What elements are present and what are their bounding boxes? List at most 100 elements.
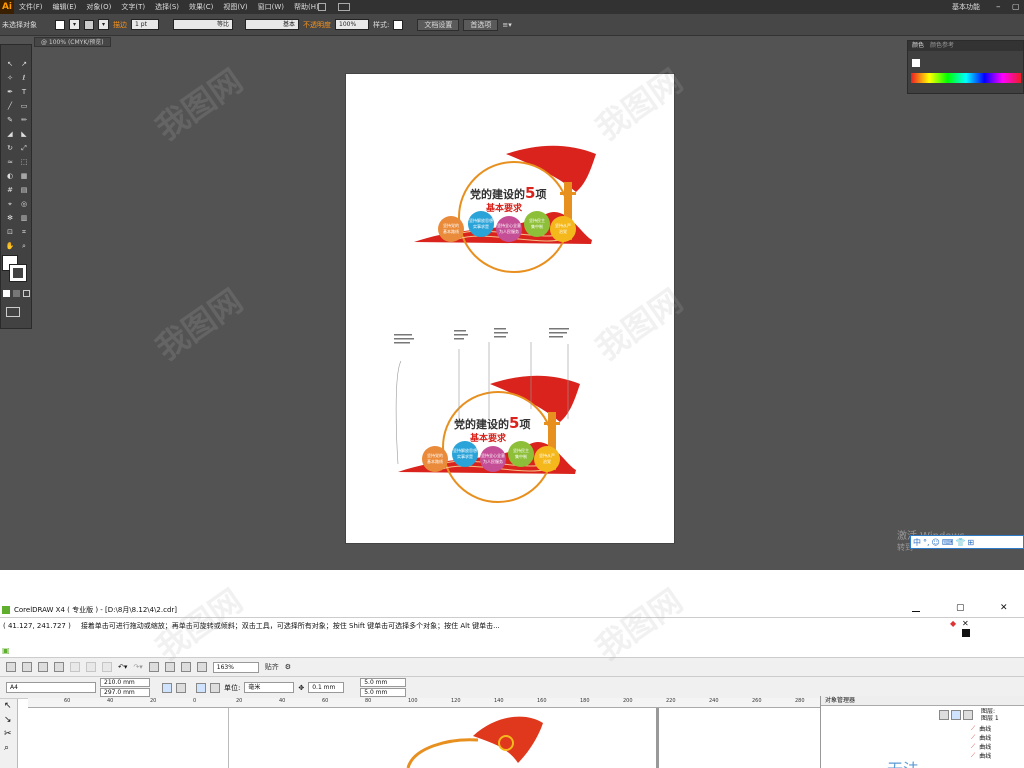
- zoom-tool-icon[interactable]: ⌕: [18, 241, 30, 251]
- redo-icon[interactable]: ↷▾: [133, 663, 142, 671]
- nudge-distance[interactable]: 0.1 mm: [308, 682, 345, 693]
- graph-tool-icon[interactable]: ▥: [18, 213, 30, 223]
- rotate-icon[interactable]: ↻: [4, 143, 16, 153]
- page-height[interactable]: 297.0 mm: [100, 688, 150, 697]
- horizontal-ruler[interactable]: 60 40 20 0 20 40 60 80 100 120 140 160 180 200 220 240 2…: [28, 698, 820, 708]
- eyedropper-icon[interactable]: ⌖: [4, 199, 16, 209]
- opacity-label[interactable]: 不透明度: [303, 20, 331, 30]
- crop-tool-icon[interactable]: ✂: [0, 727, 17, 741]
- import-icon[interactable]: [148, 662, 159, 672]
- edit-across-layers-icon[interactable]: [951, 710, 961, 720]
- cd-close-icon[interactable]: ✕: [1000, 603, 1008, 613]
- object-list-item[interactable]: ⟋ 曲线: [971, 742, 991, 752]
- all-pages-icon[interactable]: [196, 682, 206, 693]
- welcome-icon[interactable]: [196, 662, 207, 672]
- arrange-docs-icon[interactable]: [338, 3, 350, 11]
- app-launcher-icon[interactable]: [180, 662, 191, 672]
- hand-tool-icon[interactable]: ✋: [4, 241, 16, 251]
- fill-indicator[interactable]: [912, 59, 920, 67]
- cut-icon[interactable]: [70, 662, 80, 672]
- pick-tool-icon[interactable]: ↖: [0, 699, 17, 713]
- cd-restore-icon[interactable]: ▢: [956, 603, 965, 613]
- page-size-dropdown[interactable]: A4: [6, 682, 96, 693]
- show-properties-icon[interactable]: [939, 710, 949, 720]
- coreldraw-canvas[interactable]: [28, 708, 820, 768]
- menu-item[interactable]: 窗口(W): [253, 0, 289, 14]
- options-icon[interactable]: ⚙: [285, 663, 291, 671]
- export-icon[interactable]: [164, 662, 175, 672]
- free-transform-icon[interactable]: ⬚: [18, 157, 30, 167]
- blob-brush-icon[interactable]: ◢: [4, 129, 16, 139]
- pencil-icon[interactable]: ✏: [18, 115, 30, 125]
- slice-tool-icon[interactable]: ⌗: [18, 227, 30, 237]
- minimize-icon[interactable]: –: [996, 0, 1001, 14]
- unit-dropdown[interactable]: 毫米: [244, 682, 295, 693]
- bridge-icon[interactable]: [318, 3, 326, 11]
- menu-item[interactable]: 对象(O): [81, 0, 116, 14]
- brush-definition[interactable]: 基本: [245, 19, 300, 30]
- zoom-level[interactable]: 163%: [212, 661, 259, 673]
- shape-builder-icon[interactable]: ◐: [4, 171, 16, 181]
- ime-toolbar[interactable]: 中 °, ☺ ⌨ 👕 ⊞: [910, 535, 1024, 549]
- ime-item[interactable]: ⌨: [942, 538, 954, 547]
- stroke-color-box[interactable]: [9, 264, 27, 282]
- color-spectrum[interactable]: [911, 73, 1021, 83]
- portrait-icon[interactable]: [162, 682, 172, 693]
- opacity-value[interactable]: 100%: [335, 19, 370, 30]
- menu-item[interactable]: 文件(F): [14, 0, 48, 14]
- ime-item[interactable]: ☺: [932, 538, 940, 547]
- panel-options-icon[interactable]: ≡▾: [502, 21, 511, 29]
- rectangle-tool-icon[interactable]: ▭: [18, 101, 30, 111]
- layer-manager-view-icon[interactable]: [963, 710, 973, 720]
- line-tool-icon[interactable]: ╱: [4, 101, 16, 111]
- current-page-icon[interactable]: [210, 682, 220, 693]
- shape-tool-icon[interactable]: ↘: [0, 713, 17, 727]
- warp-icon[interactable]: ≈: [4, 157, 16, 167]
- type-tool-icon[interactable]: T: [18, 87, 30, 97]
- open-icon[interactable]: [22, 662, 32, 672]
- pen-tool-icon[interactable]: ✒: [4, 87, 16, 97]
- new-icon[interactable]: [6, 662, 16, 672]
- cd-minimize-icon[interactable]: [912, 611, 920, 612]
- save-icon[interactable]: [38, 662, 48, 672]
- mesh-icon[interactable]: #: [4, 185, 16, 195]
- perspective-grid-icon[interactable]: ▦: [18, 171, 30, 181]
- ime-item[interactable]: ⊞: [967, 538, 974, 547]
- stroke-profile[interactable]: 等比: [173, 19, 234, 30]
- print-icon[interactable]: [54, 662, 64, 672]
- stroke-swatch[interactable]: [84, 19, 95, 30]
- paintbrush-icon[interactable]: ✎: [4, 115, 16, 125]
- direct-selection-tool-icon[interactable]: ↗: [18, 59, 30, 69]
- workspace-switcher[interactable]: 基本功能: [952, 0, 980, 14]
- menu-item[interactable]: 编辑(E): [48, 0, 82, 14]
- screen-mode-icon[interactable]: [6, 307, 20, 317]
- menu-item[interactable]: 效果(C): [184, 0, 218, 14]
- snap-label[interactable]: 贴齐: [265, 662, 279, 672]
- color-guide-tab[interactable]: 颜色参考: [930, 41, 954, 51]
- object-list-item[interactable]: ⟋ 曲线: [971, 724, 991, 734]
- eraser-icon[interactable]: ◣: [18, 129, 30, 139]
- menu-item[interactable]: 视图(V): [218, 0, 252, 14]
- none-mode-icon[interactable]: [23, 290, 30, 297]
- ime-item[interactable]: 中: [913, 537, 921, 548]
- artboard-tool-icon[interactable]: ⊡: [4, 227, 16, 237]
- scale-icon[interactable]: ⤢: [18, 143, 30, 153]
- menu-item[interactable]: 选择(S): [150, 0, 184, 14]
- document-setup-button[interactable]: 文档设置: [417, 18, 460, 31]
- copy-icon[interactable]: [86, 662, 96, 672]
- preferences-button[interactable]: 首选项: [463, 18, 499, 31]
- symbol-sprayer-icon[interactable]: ✻: [4, 213, 16, 223]
- color-tab[interactable]: 颜色: [912, 41, 924, 51]
- stroke-label[interactable]: 描边: [113, 20, 127, 30]
- restore-icon[interactable]: ▢: [1012, 0, 1020, 14]
- selection-tool-icon[interactable]: ↖: [4, 59, 16, 69]
- blend-icon[interactable]: ◎: [18, 199, 30, 209]
- zoom-tool-icon-cd[interactable]: ⌕: [0, 741, 17, 755]
- undo-icon[interactable]: ↶▾: [118, 663, 127, 671]
- landscape-icon[interactable]: [176, 682, 186, 693]
- ime-item[interactable]: 👕: [955, 538, 965, 547]
- fill-dropdown[interactable]: ▾: [69, 19, 81, 30]
- duplicate-x[interactable]: 5.0 mm: [360, 678, 407, 687]
- duplicate-y[interactable]: 5.0 mm: [360, 688, 407, 697]
- stroke-weight[interactable]: 1 pt: [131, 19, 160, 30]
